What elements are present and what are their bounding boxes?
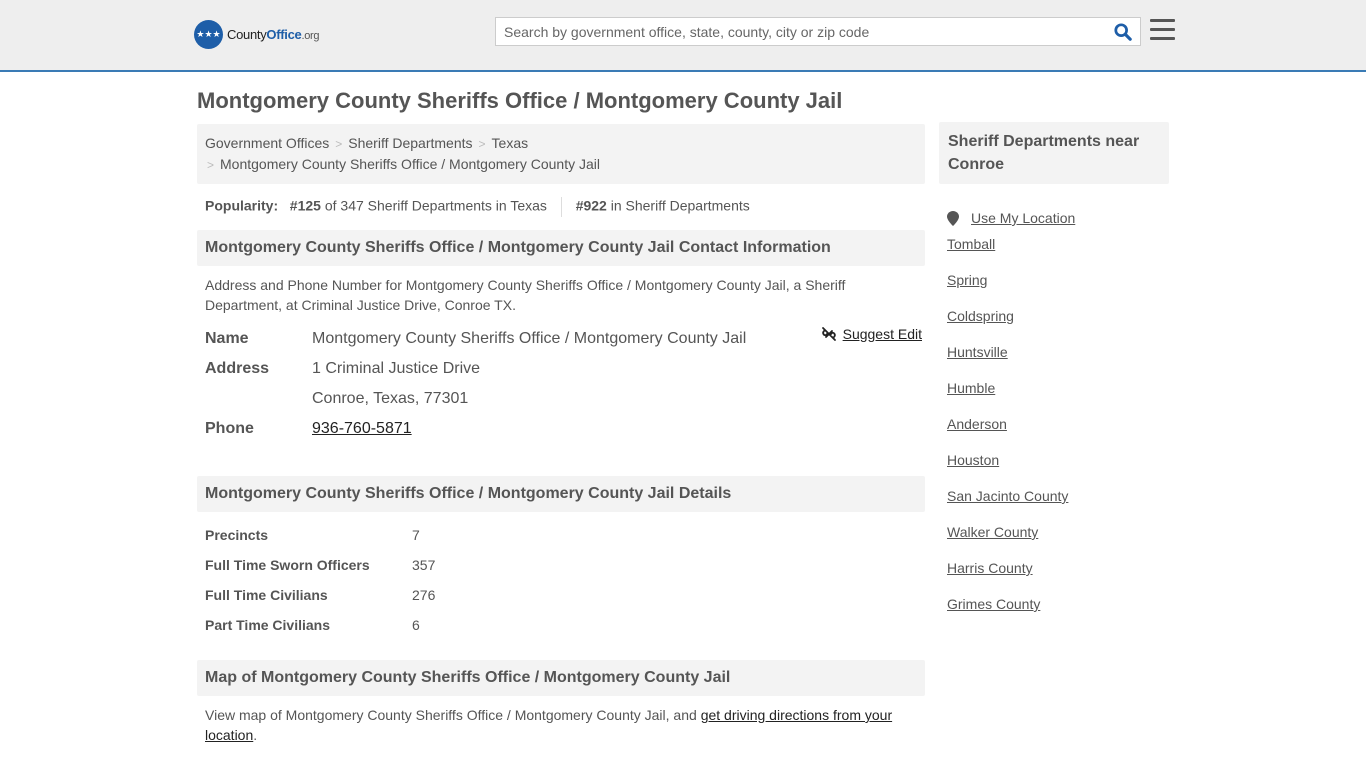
logo-brand: Office — [266, 27, 302, 42]
search-icon — [1114, 22, 1132, 41]
phone-label: Phone — [205, 420, 254, 437]
site-header: ★★★ CountyOffice.org — [0, 0, 1366, 72]
detail-row: Part Time Civilians 6 — [205, 610, 917, 640]
page-title: Montgomery County Sheriffs Office / Mont… — [197, 88, 843, 113]
breadcrumb-government-offices[interactable]: Government Offices — [205, 135, 329, 151]
breadcrumb-sheriff-departments[interactable]: Sheriff Departments — [348, 135, 472, 151]
hamburger-menu-icon[interactable] — [1150, 19, 1175, 46]
detail-label: Full Time Civilians — [205, 587, 328, 603]
national-rank-text: in Sheriff Departments — [610, 197, 750, 214]
chevron-right-icon: > — [478, 137, 486, 151]
state-rank: #125 — [289, 197, 321, 214]
sidebar-item-grimes-county[interactable]: Grimes County — [947, 596, 1040, 612]
address-line1: 1 Criminal Justice Drive — [312, 360, 481, 377]
sidebar-item-harris-county[interactable]: Harris County — [947, 560, 1033, 576]
sidebar-item-tomball[interactable]: Tomball — [947, 236, 995, 252]
divider — [560, 197, 562, 217]
suggest-edit: Suggest Edit — [821, 326, 922, 342]
contact-description: Address and Phone Number for Montgomery … — [205, 277, 846, 313]
search-input[interactable] — [496, 18, 1106, 45]
popularity: Popularity: #125 of 347 Sheriff Departme… — [197, 184, 925, 230]
contact-heading: Montgomery County Sheriffs Office / Mont… — [197, 230, 925, 266]
eagle-logo-icon: ★★★ — [194, 20, 223, 49]
sidebar-item-houston[interactable]: Houston — [947, 452, 999, 468]
sidebar-item-walker-county[interactable]: Walker County — [947, 524, 1038, 540]
detail-row: Precincts 7 — [205, 520, 917, 550]
nearby-list: Use My Location Tomball Spring Coldsprin… — [939, 184, 1169, 648]
suggest-edit-link[interactable]: Suggest Edit — [843, 326, 922, 342]
contact-info: Suggest Edit Name Montgomery County Sheri… — [197, 324, 925, 444]
address-line2: Conroe, Texas, 77301 — [312, 390, 469, 407]
address-label: Address — [205, 360, 270, 377]
sidebar-item-humble[interactable]: Humble — [947, 380, 995, 396]
state-rank-text: of 347 Sheriff Departments in Texas — [324, 197, 547, 214]
detail-row: Full Time Sworn Officers 357 — [205, 550, 917, 580]
site-logo[interactable]: ★★★ CountyOffice.org — [194, 20, 319, 49]
breadcrumb: Government Offices > Sheriff Departments > T… — [197, 124, 925, 184]
national-rank: #922 — [575, 197, 607, 214]
details-heading: Montgomery County Sheriffs Office / Mont… — [197, 476, 925, 512]
sidebar-item-spring[interactable]: Spring — [947, 272, 987, 288]
main-content: Government Offices > Sheriff Departments > T… — [197, 124, 925, 754]
sidebar-item-san-jacinto-county[interactable]: San Jacinto County — [947, 488, 1068, 504]
details-table: Precincts 7 Full Time Sworn Officers 357 F… — [197, 512, 925, 648]
sidebar-heading: Sheriff Departments near Conroe — [939, 122, 1169, 184]
use-my-location-link[interactable]: Use My Location — [971, 210, 1075, 226]
breadcrumb-texas[interactable]: Texas — [492, 135, 529, 151]
name-value: Montgomery County Sheriffs Office / Mont… — [312, 330, 747, 347]
detail-value: 357 — [412, 557, 436, 573]
unlink-icon — [821, 327, 836, 341]
chevron-right-icon: > — [335, 137, 343, 151]
breadcrumb-current: Montgomery County Sheriffs Office / Mont… — [220, 156, 600, 172]
sidebar-item-huntsville[interactable]: Huntsville — [947, 344, 1008, 360]
map-description: View map of Montgomery County Sheriffs O… — [197, 696, 925, 754]
search-button[interactable] — [1106, 18, 1140, 45]
detail-value: 6 — [412, 617, 420, 633]
detail-value: 7 — [412, 527, 420, 543]
chevron-right-icon: > — [207, 158, 215, 172]
detail-value: 276 — [412, 587, 436, 603]
logo-text: County — [227, 27, 267, 42]
detail-label: Precincts — [205, 527, 269, 543]
search-bar — [495, 17, 1141, 46]
detail-label: Part Time Civilians — [205, 617, 331, 633]
map-heading: Map of Montgomery County Sheriffs Office… — [197, 660, 925, 696]
sidebar-item-anderson[interactable]: Anderson — [947, 416, 1007, 432]
map-pin-icon — [947, 210, 959, 226]
logo-tld: .org — [301, 30, 320, 42]
map-text-end: . — [253, 727, 258, 743]
detail-row: Full Time Civilians 276 — [205, 580, 917, 610]
sidebar: Sheriff Departments near Conroe Use My L… — [939, 122, 1169, 648]
map-text: View map of Montgomery County Sheriffs O… — [205, 707, 701, 723]
phone-link[interactable]: 936-760-5871 — [312, 420, 412, 438]
popularity-label: Popularity: — [205, 197, 279, 214]
name-label: Name — [205, 330, 249, 347]
sidebar-item-coldspring[interactable]: Coldspring — [947, 308, 1014, 324]
detail-label: Full Time Sworn Officers — [205, 557, 370, 573]
